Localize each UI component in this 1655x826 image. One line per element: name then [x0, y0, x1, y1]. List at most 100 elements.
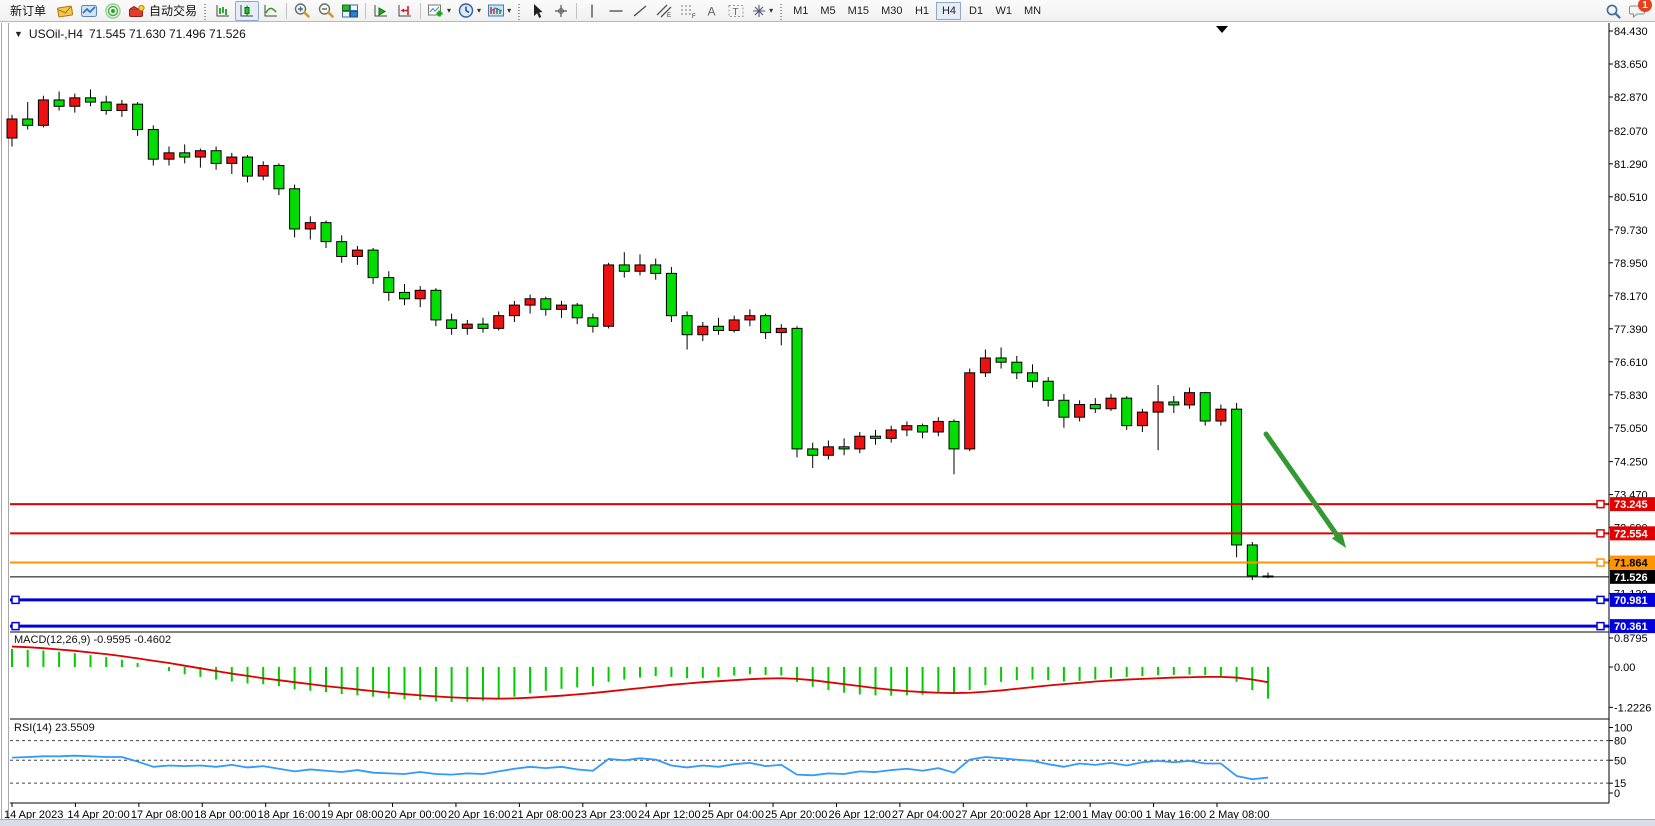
timeframe-m15[interactable]: M15 — [843, 2, 874, 20]
toolbar-grip — [202, 2, 209, 20]
arrows-button[interactable]: ▾ — [748, 1, 776, 21]
text-button[interactable]: A — [700, 1, 724, 21]
macd-indicator-label: MACD(12,26,9) -0.9595 -0.4602 — [14, 634, 171, 646]
templates-button[interactable]: ▾ — [484, 1, 514, 21]
timeframe-w1[interactable]: W1 — [990, 2, 1017, 20]
price-tick-label: 78.170 — [1614, 291, 1648, 303]
price-tick-label: 82.870 — [1614, 92, 1648, 104]
rsi-indicator-label: RSI(14) 23.5509 — [14, 722, 95, 734]
line-anchor[interactable] — [1597, 623, 1604, 630]
vertical-line-button[interactable] — [580, 1, 604, 21]
chart-shift-marker-icon[interactable] — [1216, 26, 1228, 33]
chevron-down-icon: ▾ — [477, 6, 481, 15]
trendline-button[interactable] — [628, 1, 652, 21]
macd-tick-label: 0.00 — [1614, 662, 1635, 674]
candle-bear — [1200, 393, 1210, 421]
chart-canvas[interactable]: 84.43083.65082.87082.07081.29080.51079.7… — [0, 23, 1655, 826]
chart-shift-button[interactable] — [393, 1, 417, 21]
candle-bear — [839, 447, 849, 449]
new-order-button[interactable]: 新订单 — [3, 1, 53, 21]
candle-bull — [886, 430, 896, 438]
candle-bear — [337, 242, 347, 257]
one-click-trading-toggle-icon[interactable]: ▼ — [14, 29, 23, 39]
candle-bear — [1028, 373, 1038, 381]
autotrading-label: 自动交易 — [149, 2, 197, 19]
toolbar-right: 1 — [1601, 0, 1649, 22]
fibonacci-button[interactable]: F — [676, 1, 700, 21]
timeframe-h4[interactable]: H4 — [936, 2, 961, 20]
rsi-tick-label: 80 — [1614, 736, 1626, 748]
mail-button[interactable] — [53, 1, 77, 21]
axis-price-label-text: 71.864 — [1614, 558, 1649, 570]
candlestick-chart-button[interactable] — [235, 1, 259, 21]
candle-bear — [1232, 409, 1242, 545]
trend-arrow-object[interactable] — [1266, 434, 1346, 548]
candlestick-chart-icon — [238, 3, 256, 19]
zoom-in-button[interactable] — [290, 1, 314, 21]
timeframe-mn[interactable]: MN — [1019, 2, 1046, 20]
line-anchor[interactable] — [12, 596, 19, 603]
arrow-shaft[interactable] — [1266, 434, 1337, 535]
macd-panel: 0.87950.00-1.2226 — [12, 633, 1651, 714]
price-tick-label: 74.250 — [1614, 457, 1648, 469]
bar-chart-button[interactable] — [211, 1, 235, 21]
candle-bull — [902, 426, 912, 430]
line-anchor[interactable] — [1597, 559, 1604, 566]
candle-bear — [54, 100, 64, 106]
cursor-button[interactable] — [525, 1, 549, 21]
search-button[interactable] — [1601, 1, 1625, 21]
line-anchor[interactable] — [1597, 596, 1604, 603]
periods-button[interactable]: ▾ — [454, 1, 484, 21]
candle-bull — [164, 153, 174, 159]
rsi-panel: 1008050150 — [10, 723, 1632, 801]
fibonacci-icon: F — [679, 3, 697, 19]
auto-scroll-button[interactable] — [369, 1, 393, 21]
notifications-button[interactable]: 1 — [1625, 1, 1649, 21]
price-tick-label: 78.950 — [1614, 258, 1648, 270]
candle-bear — [431, 290, 441, 320]
candle-bull — [462, 324, 472, 328]
rsi-tick-label: 50 — [1614, 755, 1626, 767]
candle-bull — [509, 305, 519, 316]
channel-icon: E — [655, 3, 673, 19]
toolbar-grip — [516, 2, 523, 20]
candle-bull — [698, 326, 708, 334]
candle-bull — [525, 299, 535, 305]
line-chart-button[interactable] — [259, 1, 283, 21]
candle-bear — [619, 265, 629, 271]
rsi-tick-label: 0 — [1614, 788, 1620, 800]
timeframe-m5[interactable]: M5 — [815, 2, 840, 20]
periods-clock-icon — [457, 2, 475, 19]
timeframe-m1[interactable]: M1 — [788, 2, 813, 20]
zoom-out-icon — [317, 2, 335, 19]
candle-bull — [604, 265, 614, 326]
candle-bull — [70, 98, 80, 106]
timeframe-m30[interactable]: M30 — [876, 2, 907, 20]
horizontal-line-button[interactable] — [604, 1, 628, 21]
macd-tick-label: 0.8795 — [1614, 633, 1648, 645]
timeframe-d1[interactable]: D1 — [963, 2, 988, 20]
market-watch-button[interactable] — [77, 1, 101, 21]
candle-bear — [211, 151, 221, 164]
rsi-value: 23.5509 — [55, 722, 95, 734]
candle-bear — [23, 119, 33, 125]
crosshair-button[interactable] — [549, 1, 573, 21]
candles-layer — [7, 89, 1273, 580]
autotrading-button[interactable]: 自动交易 — [125, 1, 200, 21]
candle-bear — [274, 166, 284, 189]
timeframe-h1[interactable]: H1 — [909, 2, 934, 20]
tile-windows-button[interactable] — [338, 1, 362, 21]
candle-bull — [965, 373, 975, 449]
crosshair-icon — [553, 3, 569, 19]
search-icon — [1604, 3, 1622, 20]
new-chart-button[interactable]: ▾ — [424, 1, 454, 21]
line-anchor[interactable] — [1597, 501, 1604, 508]
candle-bear — [148, 130, 158, 160]
text-label-button[interactable]: T — [724, 1, 748, 21]
line-anchor[interactable] — [12, 623, 19, 630]
channel-button[interactable]: E — [652, 1, 676, 21]
zoom-out-button[interactable] — [314, 1, 338, 21]
price-tick-label: 83.650 — [1614, 59, 1648, 71]
signals-button[interactable] — [101, 1, 125, 21]
line-anchor[interactable] — [1597, 530, 1604, 537]
